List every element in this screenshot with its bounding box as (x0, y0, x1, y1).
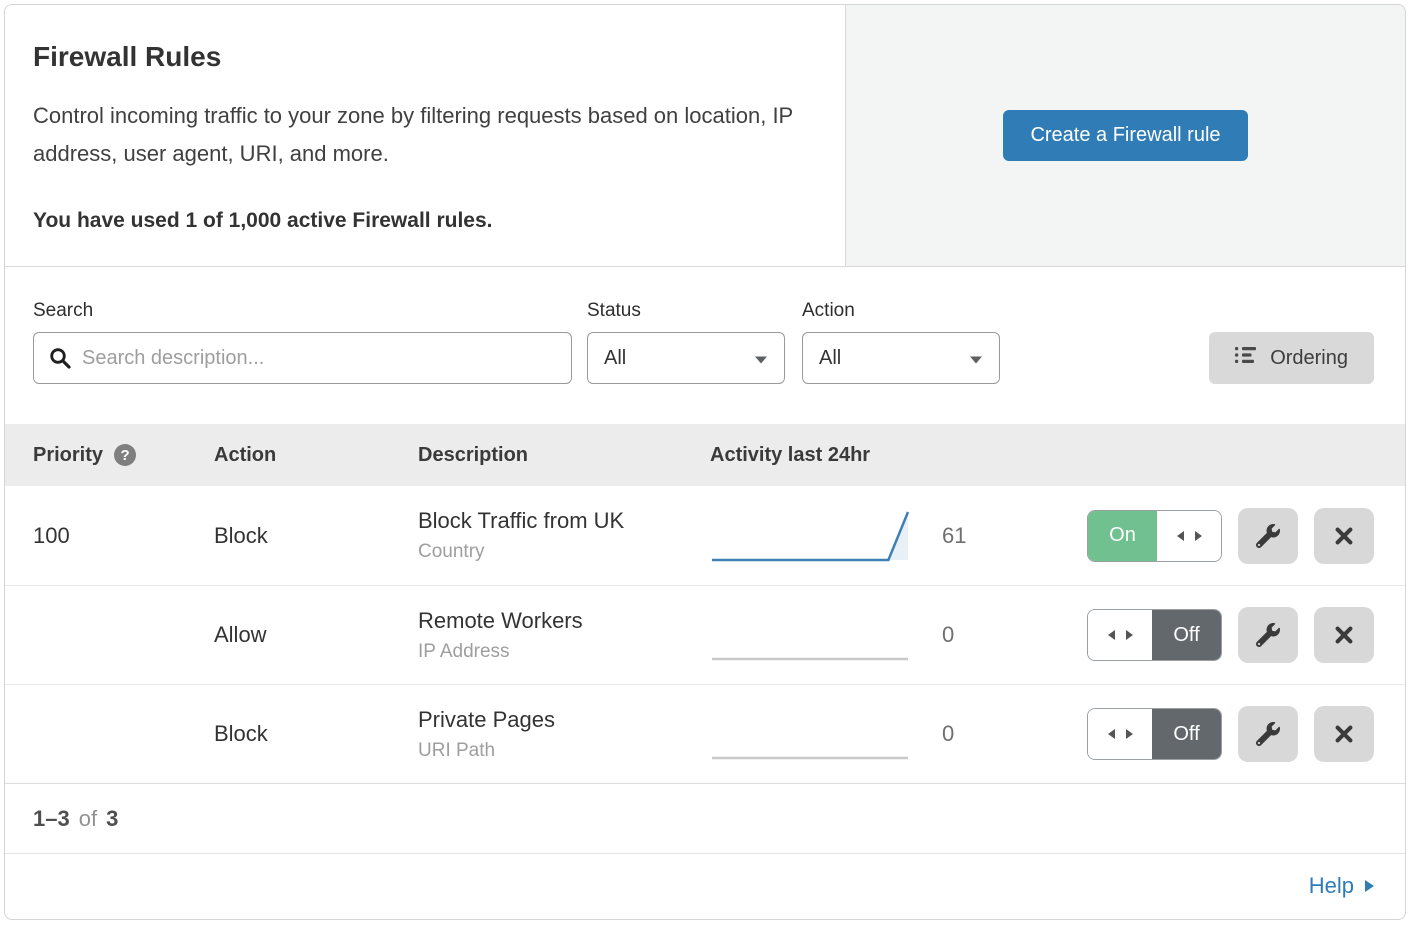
pagination-total: 3 (106, 806, 118, 832)
delete-rule-button[interactable] (1314, 607, 1374, 663)
search-group: Search (33, 300, 572, 384)
header-section: Firewall Rules Control incoming traffic … (5, 5, 1405, 267)
toggle-state-label: On (1088, 511, 1157, 561)
pagination-bar: 1–3 of 3 (5, 783, 1405, 853)
list-ordering-icon (1235, 346, 1257, 370)
filter-bar: Search Status All Action (5, 267, 1405, 424)
usage-note: You have used 1 of 1,000 active Firewall… (33, 209, 813, 233)
status-group: Status All (587, 300, 785, 384)
wrench-icon (1256, 524, 1280, 548)
rule-enabled-toggle[interactable]: On (1087, 510, 1222, 562)
ordering-button-label: Ordering (1270, 347, 1348, 370)
chevron-down-icon (969, 347, 983, 370)
rule-description: Private Pages (418, 707, 710, 733)
create-firewall-rule-button[interactable]: Create a Firewall rule (1003, 110, 1247, 161)
activity-sparkline (710, 603, 910, 667)
action-selected-value: All (819, 347, 841, 370)
rule-match-type: IP Address (418, 641, 710, 663)
firewall-rules-card: Firewall Rules Control incoming traffic … (4, 4, 1406, 920)
rule-description: Block Traffic from UK (418, 508, 710, 534)
toggle-handle-icon (1088, 709, 1152, 759)
caret-right-icon (1364, 873, 1375, 899)
status-selected-value: All (604, 347, 626, 370)
activity-count: 0 (942, 622, 954, 648)
x-icon (1333, 525, 1355, 547)
edit-rule-button[interactable] (1238, 607, 1298, 663)
action-group: Action All (802, 300, 1000, 384)
rule-enabled-toggle[interactable]: Off (1087, 609, 1222, 661)
action-label: Action (802, 300, 1000, 322)
wrench-icon (1256, 722, 1280, 746)
action-value: Block (214, 721, 418, 747)
help-link[interactable]: Help (1309, 873, 1375, 899)
toggle-state-label: Off (1152, 610, 1221, 660)
table-row: Allow Remote Workers IP Address 0 Off (5, 585, 1405, 684)
activity-count: 0 (942, 721, 954, 747)
column-action: Action (214, 444, 418, 467)
edit-rule-button[interactable] (1238, 706, 1298, 762)
page-title: Firewall Rules (33, 41, 813, 73)
search-label: Search (33, 300, 572, 322)
toggle-state-label: Off (1152, 709, 1221, 759)
pagination-of: of (79, 806, 97, 832)
x-icon (1333, 723, 1355, 745)
column-priority-label: Priority (33, 444, 103, 467)
ordering-button[interactable]: Ordering (1209, 332, 1374, 384)
action-value: Allow (214, 622, 418, 648)
column-priority: Priority ? (33, 444, 214, 467)
action-value: Block (214, 523, 418, 549)
x-icon (1333, 624, 1355, 646)
activity-sparkline (710, 504, 910, 568)
pagination-range: 1–3 (33, 806, 70, 832)
search-input[interactable] (33, 332, 572, 384)
rule-enabled-toggle[interactable]: Off (1087, 708, 1222, 760)
delete-rule-button[interactable] (1314, 508, 1374, 564)
edit-rule-button[interactable] (1238, 508, 1298, 564)
help-bar: Help (5, 853, 1405, 918)
search-box (33, 332, 572, 384)
status-label: Status (587, 300, 785, 322)
help-link-label: Help (1309, 873, 1354, 899)
help-circle-icon[interactable]: ? (114, 444, 136, 466)
column-activity: Activity last 24hr (710, 444, 1374, 467)
page-description: Control incoming traffic to your zone by… (33, 97, 803, 173)
activity-count: 61 (942, 523, 966, 549)
activity-sparkline (710, 702, 910, 766)
priority-value: 100 (33, 523, 214, 549)
table-row: 100 Block Block Traffic from UK Country … (5, 486, 1405, 585)
search-icon (48, 346, 72, 375)
chevron-down-icon (754, 347, 768, 370)
action-select[interactable]: All (802, 332, 1000, 384)
table-row: Block Private Pages URI Path 0 Off (5, 684, 1405, 783)
status-select[interactable]: All (587, 332, 785, 384)
rule-match-type: URI Path (418, 740, 710, 762)
rule-description: Remote Workers (418, 608, 710, 634)
table-header: Priority ? Action Description Activity l… (5, 424, 1405, 486)
header-action-panel: Create a Firewall rule (846, 5, 1405, 266)
toggle-handle-icon (1088, 610, 1152, 660)
toggle-handle-icon (1157, 511, 1221, 561)
rule-match-type: Country (418, 541, 710, 563)
header-text-panel: Firewall Rules Control incoming traffic … (5, 5, 846, 266)
delete-rule-button[interactable] (1314, 706, 1374, 762)
column-description: Description (418, 444, 710, 467)
wrench-icon (1256, 623, 1280, 647)
